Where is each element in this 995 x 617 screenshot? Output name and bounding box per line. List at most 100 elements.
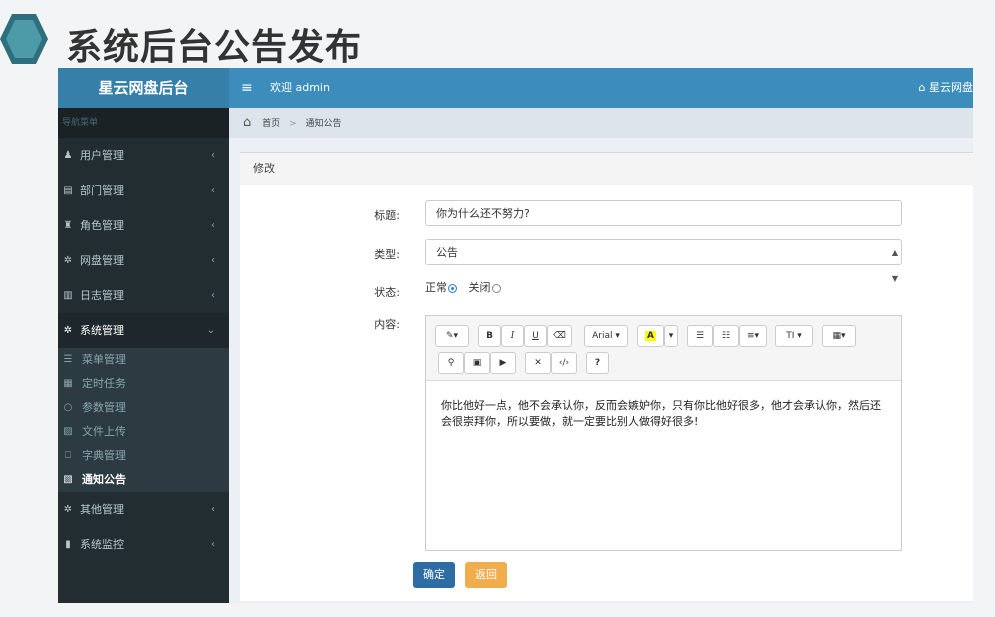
sidebar-item-label: 角色管理 (80, 219, 124, 232)
sidebar-subitem-label: 菜单管理 (82, 353, 126, 366)
sidebar-subitem-upload[interactable]: ▨ 文件上传 (58, 420, 229, 444)
top-navbar: 星云网盘后台 ≡ 欢迎 admin ⌂ 星云网盘 (58, 68, 973, 108)
code-view-button[interactable]: ‹/› (551, 352, 577, 374)
bar-chart-icon: ▮ (65, 539, 71, 550)
font-color-dropdown[interactable]: ▾ (664, 325, 678, 347)
rich-text-editor: ✎▾ B I U ⌫ Arial ▾ A ▾ ☰ ☷ ≡▾ TI ▾ ▦▾ ⚲ … (425, 315, 902, 551)
slide-title: 系统后台公告发布 (66, 27, 363, 68)
user-icon: ♟ (63, 150, 73, 161)
chevron-left-icon: ‹ (211, 185, 215, 196)
type-select-value: 公告 (436, 246, 458, 259)
status-radio-group: 正常 关闭 (425, 279, 501, 295)
confirm-button[interactable]: 确定 (413, 562, 455, 588)
sidebar-subitem-label: 参数管理 (82, 401, 126, 414)
edit-box: 修改 标题: 你为什么还不努力? 类型: 公告 ▲ ▼ 状态: 正常 关闭 内容:… (240, 152, 973, 601)
breadcrumb-current: 通知公告 (305, 119, 342, 129)
id-card-icon: ▤ (63, 185, 73, 196)
sidebar-subitem-label: 通知公告 (82, 473, 126, 486)
line-height-button[interactable]: TI ▾ (775, 325, 813, 347)
sidebar-subitem-params[interactable]: ○ 参数管理 (58, 396, 229, 420)
sidebar-item-label: 部门管理 (80, 184, 124, 197)
link-button[interactable]: ⚲ (438, 352, 464, 374)
title-input[interactable]: 你为什么还不努力? (425, 200, 902, 226)
role-icon: ♜ (63, 220, 73, 231)
sidebar-item-netdisk[interactable]: ✲ 网盘管理 ‹ (58, 243, 229, 278)
font-color-button[interactable]: A (637, 325, 664, 347)
welcome-text: 欢迎 admin (270, 81, 330, 94)
magic-style-button[interactable]: ✎▾ (435, 325, 469, 347)
sidebar-toggle-icon[interactable]: ≡ (241, 68, 253, 108)
table-button[interactable]: ▦▾ (822, 325, 856, 347)
status-closed-label: 关闭 (468, 281, 491, 294)
main-content: ⌂ 首页 > 通知公告 修改 标题: 你为什么还不努力? 类型: 公告 ▲ ▼ 状… (229, 108, 973, 603)
chevron-left-icon: ‹ (211, 255, 215, 266)
breadcrumb: ⌂ 首页 > 通知公告 (229, 108, 973, 138)
type-label: 类型: (374, 248, 400, 261)
home-link[interactable]: ⌂ 星云网盘 (919, 68, 973, 108)
sidebar-subitem-label: 字典管理 (82, 449, 126, 462)
chevron-left-icon: ‹ (211, 539, 215, 550)
sidebar-item-label: 网盘管理 (80, 254, 124, 267)
back-button[interactable]: 返回 (465, 562, 507, 588)
title-label: 标题: (374, 209, 400, 222)
select-arrows-icon: ▲ ▼ (891, 248, 898, 283)
chevron-left-icon: ‹ (211, 290, 215, 301)
system-submenu: ☰ 菜单管理 ▦ 定时任务 ○ 参数管理 ▨ 文件上传 ⎕ 字典管理 ▧ 通知公… (58, 348, 229, 492)
chevron-left-icon: ‹ (211, 150, 215, 161)
slide-title-area: 系统后台公告发布 (0, 0, 995, 68)
picture-button[interactable]: ▣ (464, 352, 490, 374)
status-closed-radio[interactable] (491, 283, 501, 293)
bookmark-icon: ⎕ (65, 450, 71, 461)
home-icon: ⌂ (918, 81, 929, 94)
sidebar-item-other[interactable]: ✲ 其他管理 ‹ (58, 492, 229, 527)
fullscreen-button[interactable]: ✕ (525, 352, 551, 374)
font-family-select[interactable]: Arial ▾ (584, 325, 628, 347)
bold-button[interactable]: B (478, 325, 501, 347)
image-icon: ▨ (63, 426, 73, 437)
sidebar-item-label: 日志管理 (80, 289, 124, 302)
home-icon: ⌂ (243, 115, 252, 130)
gear-icon: ✲ (63, 504, 73, 515)
ordered-list-button[interactable]: ☷ (713, 325, 739, 347)
box-title: 修改 (240, 153, 973, 185)
status-normal-radio[interactable] (448, 283, 457, 293)
list-icon: ☰ (63, 354, 73, 365)
help-button[interactable]: ? (586, 352, 609, 374)
nav-header: 导航菜单 (58, 108, 229, 138)
sidebar-subitem-dict[interactable]: ⎕ 字典管理 (58, 444, 229, 468)
type-select[interactable]: 公告 ▲ ▼ (425, 239, 902, 283)
sidebar-subitem-menu[interactable]: ☰ 菜单管理 (58, 348, 229, 372)
sidebar-item-label: 用户管理 (80, 149, 124, 162)
sidebar: 导航菜单 ♟ 用户管理 ‹ ▤ 部门管理 ‹ ♜ 角色管理 ‹ ✲ 网盘管理 ‹… (58, 108, 229, 603)
chevron-left-icon: ‹ (211, 220, 215, 231)
sidebar-item-label: 其他管理 (80, 503, 124, 516)
status-normal-label: 正常 (425, 281, 447, 294)
status-label: 状态: (374, 286, 400, 299)
chevron-left-icon: ‹ (211, 504, 215, 515)
sidebar-item-roles[interactable]: ♜ 角色管理 ‹ (58, 208, 229, 243)
eraser-button[interactable]: ⌫ (547, 325, 572, 347)
sidebar-subitem-notice[interactable]: ▧ 通知公告 (58, 468, 229, 492)
paragraph-align-button[interactable]: ≡▾ (739, 325, 767, 347)
tasks-icon: ▦ (63, 378, 73, 389)
breadcrumb-home[interactable]: 首页 (262, 119, 280, 129)
underline-button[interactable]: U (524, 325, 547, 347)
brand-logo[interactable]: 星云网盘后台 (58, 68, 229, 108)
italic-button[interactable]: I (501, 325, 524, 347)
unordered-list-button[interactable]: ☰ (687, 325, 713, 347)
sidebar-item-logs[interactable]: ▥ 日志管理 ‹ (58, 278, 229, 313)
home-link-label: 星云网盘 (929, 81, 973, 94)
sidebar-subitem-tasks[interactable]: ▦ 定时任务 (58, 372, 229, 396)
editor-toolbar: ✎▾ B I U ⌫ Arial ▾ A ▾ ☰ ☷ ≡▾ TI ▾ ▦▾ ⚲ … (426, 316, 901, 381)
sidebar-item-departments[interactable]: ▤ 部门管理 ‹ (58, 173, 229, 208)
sidebar-item-monitor[interactable]: ▮ 系统监控 ‹ (58, 527, 229, 562)
sidebar-subitem-label: 定时任务 (82, 377, 126, 390)
sidebar-item-users[interactable]: ♟ 用户管理 ‹ (58, 138, 229, 173)
sidebar-subitem-label: 文件上传 (82, 425, 126, 438)
editor-content[interactable]: 你比他好一点，他不会承认你，反而会嫉妒你，只有你比他好很多，他才会承认你，然后还… (441, 398, 891, 430)
sidebar-item-system[interactable]: ✲ 系统管理 ⌄ (58, 313, 229, 348)
video-button[interactable]: ▶ (490, 352, 516, 374)
gear-icon: ✲ (63, 325, 73, 336)
gear-icon: ✲ (63, 255, 73, 266)
notice-icon: ▧ (63, 474, 73, 485)
